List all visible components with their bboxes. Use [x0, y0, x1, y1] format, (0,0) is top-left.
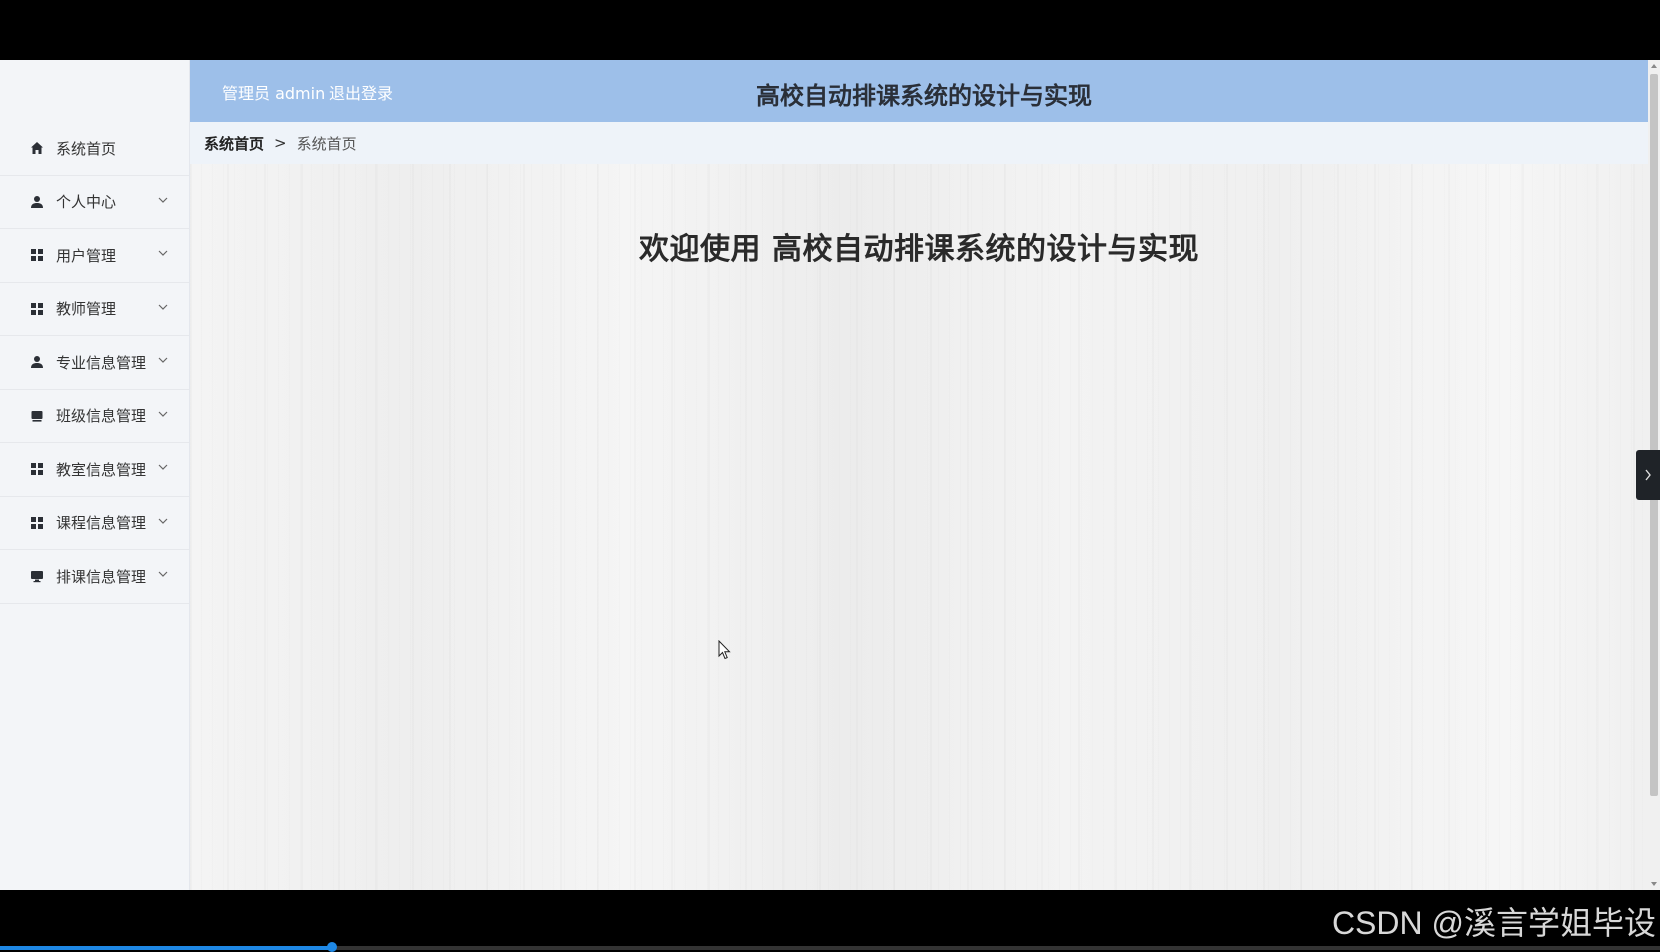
chevron-down-icon: [157, 515, 169, 527]
scroll-up-arrow-icon[interactable]: [1650, 62, 1658, 70]
sidebar-item-label: 班级信息管理: [56, 407, 147, 426]
chevron-down-icon: [157, 194, 169, 206]
sidebar-item-label: 课程信息管理: [56, 514, 147, 533]
chevron-down-icon: [157, 247, 169, 259]
video-progress-fill: [0, 946, 332, 950]
monitor-icon: [30, 569, 44, 583]
sidebar-item-schedule-info[interactable]: 排课信息管理: [0, 550, 189, 604]
chevron-down-icon: [157, 408, 169, 420]
content-area: 欢迎使用 高校自动排课系统的设计与实现: [190, 164, 1648, 890]
sidebar-menu: 系统首页 个人中心 用户管理 教师管理 专业信息管理 班级信息管理 教室信息管理…: [0, 122, 189, 604]
scrollbar-thumb[interactable]: [1650, 74, 1658, 796]
sidebar-item-label: 教师管理: [56, 300, 117, 319]
user-icon: [30, 355, 44, 369]
book-icon: [30, 409, 44, 423]
sidebar-item-major-info[interactable]: 专业信息管理: [0, 336, 189, 390]
breadcrumb-separator: >: [274, 134, 287, 152]
grid-icon: [30, 302, 44, 316]
chevron-down-icon: [157, 354, 169, 366]
video-bottom-bar: CSDN @溪言学姐毕设: [0, 890, 1660, 952]
sidebar-item-personal-center[interactable]: 个人中心: [0, 176, 189, 229]
sidebar-item-label: 排课信息管理: [56, 567, 147, 586]
sidebar: 系统首页 个人中心 用户管理 教师管理 专业信息管理 班级信息管理 教室信息管理…: [0, 60, 190, 890]
sidebar-item-label: 用户管理: [56, 246, 117, 265]
chevron-down-icon: [157, 461, 169, 473]
sidebar-item-class-info[interactable]: 班级信息管理: [0, 390, 189, 443]
sidebar-item-label: 专业信息管理: [56, 353, 147, 372]
sidebar-item-teacher-management[interactable]: 教师管理: [0, 283, 189, 336]
grid-icon: [30, 462, 44, 476]
sidebar-item-label: 系统首页: [56, 139, 117, 158]
sidebar-item-label: 教室信息管理: [56, 460, 147, 479]
sidebar-item-course-info[interactable]: 课程信息管理: [0, 497, 189, 550]
chevron-right-icon: [1645, 469, 1651, 481]
chevron-down-icon: [157, 301, 169, 313]
breadcrumb: 系统首页 > 系统首页: [190, 122, 1648, 164]
csdn-watermark: CSDN @溪言学姐毕设: [1331, 905, 1656, 941]
home-icon: [30, 141, 44, 155]
side-expand-tab[interactable]: [1636, 450, 1660, 500]
user-icon: [30, 195, 44, 209]
sidebar-item-classroom-info[interactable]: 教室信息管理: [0, 443, 189, 497]
page-title: 高校自动排课系统的设计与实现: [756, 82, 1092, 110]
video-progress-track[interactable]: [0, 942, 1660, 952]
sidebar-item-home[interactable]: 系统首页: [0, 122, 189, 176]
breadcrumb-home-link[interactable]: 系统首页: [204, 133, 264, 154]
sidebar-item-user-management[interactable]: 用户管理: [0, 229, 189, 283]
mouse-cursor-icon: [718, 640, 731, 660]
grid-icon: [30, 248, 44, 262]
main-area: 管理员 admin 退出登录 高校自动排课系统的设计与实现 系统首页 > 系统首…: [190, 60, 1648, 890]
chevron-down-icon: [157, 568, 169, 580]
top-letterbox: [0, 0, 1660, 60]
video-progress-knob[interactable]: [327, 942, 337, 952]
sidebar-item-label: 个人中心: [56, 193, 117, 212]
breadcrumb-current: 系统首页: [296, 134, 357, 153]
scroll-down-arrow-icon[interactable]: [1650, 880, 1658, 888]
welcome-heading: 欢迎使用 高校自动排课系统的设计与实现: [639, 232, 1199, 267]
grid-icon: [30, 516, 44, 530]
top-header: 管理员 admin 退出登录 高校自动排课系统的设计与实现: [190, 60, 1648, 122]
